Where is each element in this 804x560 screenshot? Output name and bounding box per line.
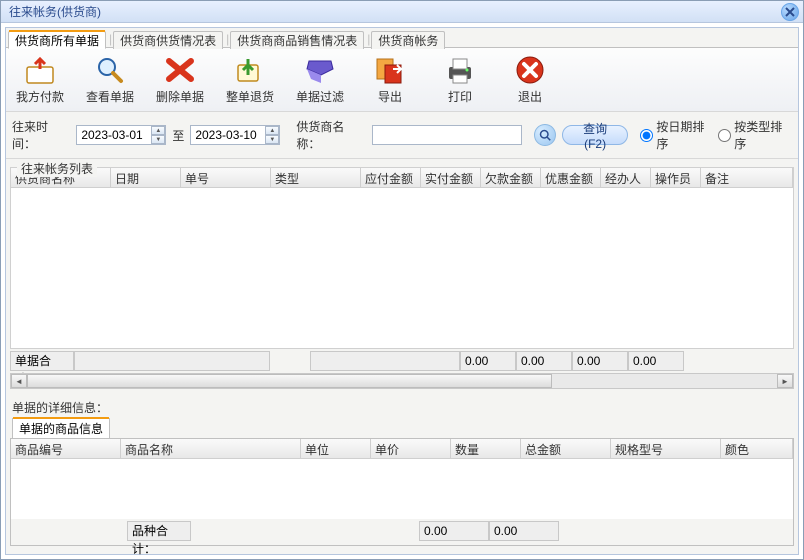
col-date[interactable]: 日期 xyxy=(111,168,181,187)
col-goods-name[interactable]: 商品名称 xyxy=(121,439,301,458)
col-payable[interactable]: 应付金额 xyxy=(361,168,421,187)
grid-b: 商品编号 商品名称 单位 单价 数量 总金额 规格型号 颜色 xyxy=(11,439,793,519)
sort-type-radio[interactable] xyxy=(718,129,731,142)
scroll-track[interactable] xyxy=(27,374,777,388)
scroll-thumb[interactable] xyxy=(27,374,552,388)
tool-label: 导出 xyxy=(378,88,402,105)
content: 供货商所有单据 | 供货商供货情况表 | 供货商商品销售情况表 | 供货商帐务 … xyxy=(1,23,803,559)
sort-date-radio[interactable] xyxy=(640,129,653,142)
col-remark[interactable]: 备注 xyxy=(701,168,793,187)
col-qty[interactable]: 数量 xyxy=(451,439,521,458)
grid-a-body[interactable] xyxy=(11,188,793,348)
tab-bar: 供货商所有单据 | 供货商供货情况表 | 供货商商品销售情况表 | 供货商帐务 xyxy=(6,28,798,48)
main-panel: 供货商所有单据 | 供货商供货情况表 | 供货商商品销售情况表 | 供货商帐务 … xyxy=(5,27,799,555)
tool-label: 查看单据 xyxy=(86,88,134,105)
sum-b-v2: 0.00 xyxy=(489,521,559,541)
grid-b-body[interactable] xyxy=(11,459,793,519)
tool-view[interactable]: 查看单据 xyxy=(82,54,138,105)
scroll-left-icon[interactable]: ◄ xyxy=(11,374,27,388)
col-unit[interactable]: 单位 xyxy=(301,439,371,458)
tool-filter[interactable]: 单据过滤 xyxy=(292,54,348,105)
date-to-spinner[interactable]: ▲▼ xyxy=(265,126,279,144)
print-icon xyxy=(442,54,478,86)
col-total[interactable]: 总金额 xyxy=(521,439,611,458)
tool-print[interactable]: 打印 xyxy=(432,54,488,105)
tab-account[interactable]: 供货商帐务 xyxy=(371,31,445,49)
col-discount[interactable]: 优惠金额 xyxy=(541,168,601,187)
to-label: 至 xyxy=(172,127,184,144)
tool-delete[interactable]: 删除单据 xyxy=(152,54,208,105)
tab-all-bills[interactable]: 供货商所有单据 xyxy=(8,31,106,49)
tool-label: 删除单据 xyxy=(156,88,204,105)
export-icon xyxy=(372,54,408,86)
col-paid[interactable]: 实付金额 xyxy=(421,168,481,187)
sum-a-blank2 xyxy=(310,351,460,371)
tool-return[interactable]: 整单退货 xyxy=(222,54,278,105)
sum-a-v4: 0.00 xyxy=(628,351,684,371)
return-icon xyxy=(232,54,268,86)
sum-b-v1: 0.00 xyxy=(419,521,489,541)
subtab-goods[interactable]: 单据的商品信息 xyxy=(12,418,110,438)
tool-label: 整单退货 xyxy=(226,88,274,105)
tool-label: 我方付款 xyxy=(16,88,64,105)
col-spec[interactable]: 规格型号 xyxy=(611,439,721,458)
tool-exit[interactable]: 退出 xyxy=(502,54,558,105)
sum-a-blank xyxy=(74,351,270,371)
col-type[interactable]: 类型 xyxy=(271,168,361,187)
tab-sales[interactable]: 供货商商品销售情况表 xyxy=(230,31,364,49)
tool-label: 退出 xyxy=(518,88,542,105)
name-label: 供货商名称： xyxy=(296,118,366,152)
search-icon[interactable] xyxy=(534,124,555,146)
titlebar: 往来帐务(供货商) xyxy=(1,1,803,23)
date-to-wrap: ▲▼ xyxy=(190,125,280,145)
sum-a-label: 单据合计： xyxy=(10,351,74,371)
close-icon[interactable] xyxy=(781,3,799,21)
col-debt[interactable]: 欠款金额 xyxy=(481,168,541,187)
sum-a-v3: 0.00 xyxy=(572,351,628,371)
tool-label: 打印 xyxy=(448,88,472,105)
grid-b-header: 商品编号 商品名称 单位 单价 数量 总金额 规格型号 颜色 xyxy=(11,439,793,459)
sort-by-type[interactable]: 按类型排序 xyxy=(718,118,792,152)
window: 往来帐务(供货商) 供货商所有单据 | 供货商供货情况表 | 供货商商品销售情况… xyxy=(0,0,804,560)
supplier-name-input[interactable] xyxy=(372,125,522,145)
tab-supply[interactable]: 供货商供货情况表 xyxy=(113,31,223,49)
col-billno[interactable]: 单号 xyxy=(181,168,271,187)
scroll-right-icon[interactable]: ► xyxy=(777,374,793,388)
sum-b-label: 品种合计： xyxy=(127,521,191,541)
tool-export[interactable]: 导出 xyxy=(362,54,418,105)
sort-by-date[interactable]: 按日期排序 xyxy=(640,118,714,152)
toolbar: 我方付款 查看单据 删除单据 xyxy=(6,48,798,112)
grid-a-header: 供货商名称 日期 单号 类型 应付金额 实付金额 欠款金额 优惠金额 经办人 操… xyxy=(11,168,793,188)
magnifier-icon xyxy=(92,54,128,86)
exit-icon xyxy=(512,54,548,86)
pay-icon xyxy=(22,54,58,86)
query-button[interactable]: 查询(F2) xyxy=(562,125,629,145)
date-from-spinner[interactable]: ▲▼ xyxy=(151,126,165,144)
col-handler[interactable]: 经办人 xyxy=(601,168,651,187)
detail-panel: 商品编号 商品名称 单位 单价 数量 总金额 规格型号 颜色 品种合计： xyxy=(10,438,794,546)
sum-a-v1: 0.00 xyxy=(460,351,516,371)
filter-icon xyxy=(302,54,338,86)
h-scrollbar[interactable]: ◄ ► xyxy=(10,373,794,389)
window-title: 往来帐务(供货商) xyxy=(5,3,101,20)
sum-a-v2: 0.00 xyxy=(516,351,572,371)
tool-label: 单据过滤 xyxy=(296,88,344,105)
filter-bar: 往来时间： ▲▼ 至 ▲▼ 供货商名称： 查询(F2) 按日期排 xyxy=(6,112,798,159)
subtab-row: 单据的商品信息 xyxy=(6,418,798,438)
sum-row-a: 单据合计： 0.00 0.00 0.00 0.00 xyxy=(10,351,794,371)
col-goods-no[interactable]: 商品编号 xyxy=(11,439,121,458)
list-groupbox: 往来帐务列表 供货商名称 日期 单号 类型 应付金额 实付金额 欠款金额 优惠金… xyxy=(10,167,794,349)
detail-label: 单据的详细信息： xyxy=(6,393,798,418)
list-caption: 往来帐务列表 xyxy=(17,160,97,177)
tool-pay[interactable]: 我方付款 xyxy=(12,54,68,105)
col-operator[interactable]: 操作员 xyxy=(651,168,701,187)
sort-group: 按日期排序 按类型排序 xyxy=(640,118,792,152)
date-from-wrap: ▲▼ xyxy=(76,125,166,145)
col-color[interactable]: 颜色 xyxy=(721,439,793,458)
col-price[interactable]: 单价 xyxy=(371,439,451,458)
sum-row-b: 品种合计： 0.00 0.00 xyxy=(15,521,789,541)
delete-icon xyxy=(162,54,198,86)
date-label: 往来时间： xyxy=(12,118,70,152)
